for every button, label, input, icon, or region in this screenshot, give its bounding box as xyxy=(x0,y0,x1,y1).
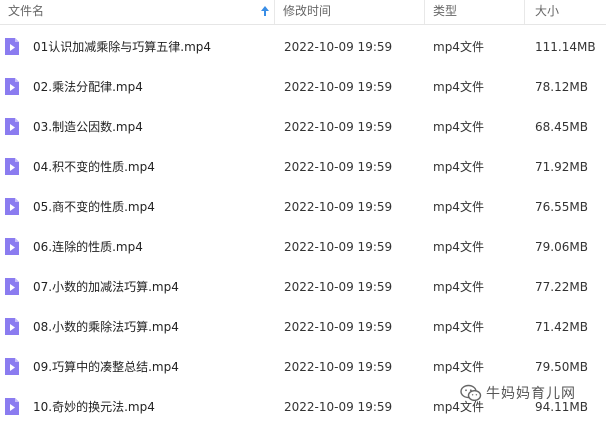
file-name[interactable]: 03.制造公因数.mp4 xyxy=(33,107,143,147)
sort-ascending-icon[interactable] xyxy=(260,5,270,17)
column-header-size[interactable]: 大小 xyxy=(535,0,559,24)
file-modified-time: 2022-10-09 19:59 xyxy=(284,200,393,214)
file-type: mp4文件 xyxy=(433,280,484,294)
video-file-icon xyxy=(5,278,19,295)
file-size: 111.14MB xyxy=(535,40,596,54)
file-row[interactable]: 08.小数的乘除法巧算.mp4 2022-10-09 19:59 mp4文件 71.4… xyxy=(0,307,606,347)
file-type: mp4文件 xyxy=(433,40,484,54)
file-name[interactable]: 09.巧算中的凑整总结.mp4 xyxy=(33,347,179,387)
file-size: 71.92MB xyxy=(535,160,588,174)
file-name[interactable]: 08.小数的乘除法巧算.mp4 xyxy=(33,307,179,347)
watermark-text: 牛妈妈育儿网 xyxy=(486,386,576,402)
file-type: mp4文件 xyxy=(433,160,484,174)
file-row[interactable]: 06.连除的性质.mp4 2022-10-09 19:59 mp4文件 79.06MB xyxy=(0,227,606,267)
file-size: 71.42MB xyxy=(535,320,588,334)
file-row[interactable]: 04.积不变的性质.mp4 2022-10-09 19:59 mp4文件 71.92M… xyxy=(0,147,606,187)
file-row[interactable]: 01认识加减乘除与巧算五律.mp4 2022-10-09 19:59 mp4文件 11… xyxy=(0,27,606,67)
file-type: mp4文件 xyxy=(433,120,484,134)
file-modified-time: 2022-10-09 19:59 xyxy=(284,320,393,334)
file-size: 76.55MB xyxy=(535,200,588,214)
column-header-type[interactable]: 类型 xyxy=(433,0,457,24)
file-row[interactable]: 03.制造公因数.mp4 2022-10-09 19:59 mp4文件 68.45MB xyxy=(0,107,606,147)
video-file-icon xyxy=(5,118,19,135)
video-file-icon xyxy=(5,238,19,255)
video-file-icon xyxy=(5,158,19,175)
file-name[interactable]: 05.商不变的性质.mp4 xyxy=(33,187,155,227)
file-name[interactable]: 04.积不变的性质.mp4 xyxy=(33,147,155,187)
wechat-icon xyxy=(460,384,482,402)
file-modified-time: 2022-10-09 19:59 xyxy=(284,120,393,134)
file-size: 68.45MB xyxy=(535,120,588,134)
file-name[interactable]: 02.乘法分配律.mp4 xyxy=(33,67,143,107)
column-divider[interactable] xyxy=(424,0,425,24)
file-row[interactable]: 02.乘法分配律.mp4 2022-10-09 19:59 mp4文件 78.12MB xyxy=(0,67,606,107)
file-name[interactable]: 10.奇妙的换元法.mp4 xyxy=(33,387,155,427)
file-modified-time: 2022-10-09 19:59 xyxy=(284,360,393,374)
file-name[interactable]: 07.小数的加减法巧算.mp4 xyxy=(33,267,179,307)
column-divider[interactable] xyxy=(524,0,525,24)
file-modified-time: 2022-10-09 19:59 xyxy=(284,160,393,174)
file-row[interactable]: 07.小数的加减法巧算.mp4 2022-10-09 19:59 mp4文件 77.2… xyxy=(0,267,606,307)
file-size: 79.06MB xyxy=(535,240,588,254)
video-file-icon xyxy=(5,318,19,335)
file-type: mp4文件 xyxy=(433,320,484,334)
video-file-icon xyxy=(5,198,19,215)
file-type: mp4文件 xyxy=(433,200,484,214)
file-name[interactable]: 01认识加减乘除与巧算五律.mp4 xyxy=(33,27,211,67)
file-size: 77.22MB xyxy=(535,280,588,294)
file-modified-time: 2022-10-09 19:59 xyxy=(284,40,393,54)
file-size: 78.12MB xyxy=(535,80,588,94)
column-header-modified[interactable]: 修改时间 xyxy=(283,0,331,24)
column-divider[interactable] xyxy=(274,0,275,24)
file-type: mp4文件 xyxy=(433,80,484,94)
video-file-icon xyxy=(5,398,19,415)
file-type: mp4文件 xyxy=(433,240,484,254)
video-file-icon xyxy=(5,78,19,95)
video-file-icon xyxy=(5,38,19,55)
video-file-icon xyxy=(5,358,19,375)
column-header: 文件名 修改时间 类型 大小 xyxy=(0,0,606,25)
column-header-name[interactable]: 文件名 xyxy=(8,0,44,24)
file-row[interactable]: 05.商不变的性质.mp4 2022-10-09 19:59 mp4文件 76.55M… xyxy=(0,187,606,227)
file-modified-time: 2022-10-09 19:59 xyxy=(284,280,393,294)
watermark: 牛妈妈育儿网 xyxy=(460,381,576,405)
file-name[interactable]: 06.连除的性质.mp4 xyxy=(33,227,143,267)
file-modified-time: 2022-10-09 19:59 xyxy=(284,80,393,94)
file-modified-time: 2022-10-09 19:59 xyxy=(284,240,393,254)
file-modified-time: 2022-10-09 19:59 xyxy=(284,400,393,414)
